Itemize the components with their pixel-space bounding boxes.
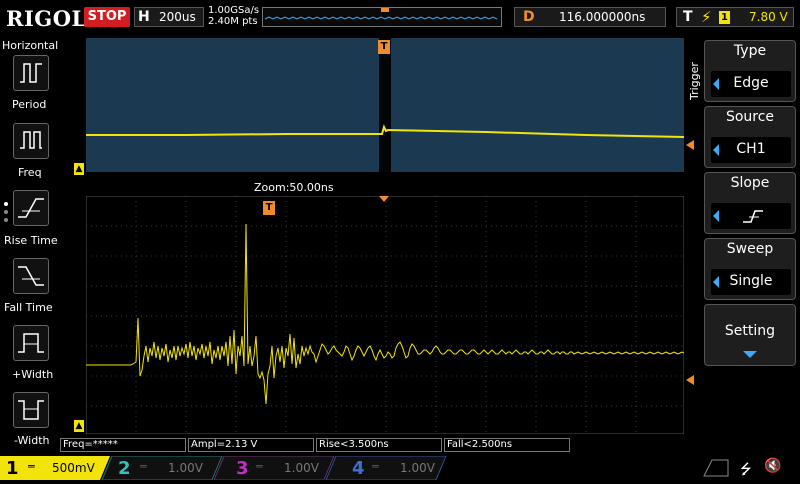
timebase-value: 200us [159, 10, 196, 24]
trigger-sweep-value: Single [729, 273, 773, 289]
ch2-coupling-icon: ═ [140, 460, 147, 473]
plus-width-button[interactable] [13, 325, 49, 361]
run-stop-status[interactable]: STOP [84, 7, 130, 27]
trigger-sweep-title: Sweep [726, 241, 774, 257]
main-timebase-window[interactable] [86, 38, 685, 172]
meas-rise[interactable]: Rise<3.500ns [316, 438, 442, 452]
trigger-status-box[interactable]: T ⚡ 1 7.80 V [676, 7, 794, 27]
trigger-sweep-value-box[interactable]: Single [711, 269, 791, 295]
trigger-level-marker-top[interactable] [686, 140, 694, 150]
menu-page-indicator [4, 202, 8, 222]
grid-border [85, 195, 685, 435]
ch1-waveform-trace [86, 223, 685, 405]
sound-mute-icon[interactable]: 🔇 [764, 458, 781, 474]
channel-status-bar: 1 ═ 500mV 2 ═ 1.00V 3 ═ 1.00V 4 ═ 1.00V … [0, 455, 800, 481]
trigger-setting-title: Setting [724, 323, 776, 339]
trigger-level-value: 7.80 V [749, 10, 788, 24]
ch4-coupling-icon: ═ [372, 460, 379, 473]
trigger-source-value: CH1 [736, 141, 766, 157]
top-status-bar: RIGOL STOP H 200us 1.00GSa/s 2.40M pts D… [0, 0, 800, 36]
zoom-scale-label: Zoom:50.00ns [254, 181, 334, 194]
left-arrow-icon [713, 210, 719, 222]
plus-width-label: +Width [12, 368, 54, 381]
ch3-scale[interactable]: 1.00V [284, 461, 319, 475]
memory-overview-bar[interactable] [262, 7, 502, 27]
waveform-grid-svg [85, 195, 685, 435]
trigger-setting-menu[interactable]: Setting [704, 304, 796, 366]
rising-slope-icon [743, 210, 763, 223]
period-icon [20, 63, 42, 83]
right-menu-title: Trigger [688, 62, 701, 100]
meas-freq[interactable]: Freq=***** [60, 438, 186, 452]
ch2-number[interactable]: 2 [118, 458, 131, 479]
trigger-level-marker[interactable] [686, 375, 694, 385]
ch2-scale[interactable]: 1.00V [168, 461, 203, 475]
chevron-down-icon [743, 351, 757, 358]
menu-tab-icon[interactable] [700, 458, 732, 478]
trigger-type-menu[interactable]: Type Edge [704, 40, 796, 102]
minus-width-icon [18, 400, 44, 420]
rising-edge-icon: ⚡ [701, 8, 712, 26]
usb-icon: ⭍ [740, 462, 752, 478]
timebase-box[interactable]: H 200us [134, 7, 204, 27]
trigger-source-menu[interactable]: Source CH1 [704, 106, 796, 168]
ch4-scale[interactable]: 1.00V [400, 461, 435, 475]
ch1-offset-marker[interactable]: ▲ [74, 420, 84, 432]
rise-time-button[interactable] [13, 190, 49, 226]
delay-box[interactable]: D 116.000000ns [514, 7, 666, 27]
ch1-number[interactable]: 1 [6, 458, 19, 479]
trigger-channel-badge: 1 [719, 11, 730, 24]
trigger-source-title: Source [725, 109, 775, 125]
timebase-letter: H [138, 9, 150, 25]
freq-button[interactable] [13, 123, 49, 159]
period-label: Period [12, 98, 47, 111]
freq-label: Freq [18, 166, 42, 179]
left-menu-title: Horizontal [2, 39, 59, 52]
meas-ampl[interactable]: Ampl=2.13 V [188, 438, 314, 452]
zoom-center-marker [379, 196, 389, 202]
fall-time-icon [18, 266, 44, 286]
trigger-type-value: Edge [733, 75, 769, 91]
sample-rate: 1.00GSa/s [208, 5, 260, 16]
trigger-letter: T [683, 9, 693, 25]
rise-time-icon [18, 198, 44, 218]
delay-value: 116.000000ns [559, 10, 646, 24]
trigger-sweep-menu[interactable]: Sweep Single [704, 238, 796, 300]
meas-fall[interactable]: Fall<2.500ns [444, 438, 570, 452]
fall-time-button[interactable] [13, 258, 49, 294]
freq-icon [20, 131, 42, 149]
ch1-coupling-icon: ═ [28, 460, 35, 473]
ch1-offset-marker-top[interactable]: ▲ [74, 163, 84, 175]
brand-logo: RIGOL [6, 6, 87, 31]
minus-width-button[interactable] [13, 392, 49, 428]
trigger-slope-title: Slope [730, 175, 770, 191]
period-button[interactable] [13, 55, 49, 91]
trigger-slope-value-box[interactable] [711, 203, 791, 229]
memory-depth: 2.40M pts [208, 16, 258, 27]
ch1-scale[interactable]: 500mV [52, 461, 95, 475]
main-waveform-svg [86, 38, 685, 172]
memory-overview-wave [264, 8, 498, 20]
delay-letter: D [523, 9, 535, 25]
grid-lines [86, 196, 684, 434]
trigger-type-title: Type [733, 43, 767, 59]
zoom-region-highlight [379, 38, 391, 172]
trigger-source-value-box[interactable]: CH1 [711, 137, 791, 163]
waveform-grid[interactable] [85, 195, 685, 435]
ch3-number[interactable]: 3 [236, 458, 249, 479]
memory-trigger-marker [381, 8, 389, 12]
minus-width-label: -Width [14, 434, 50, 447]
top-trigger-position-marker[interactable]: T [378, 40, 390, 54]
trigger-slope-menu[interactable]: Slope [704, 172, 796, 234]
rise-time-label: Rise Time [4, 234, 58, 247]
fall-time-label: Fall Time [4, 301, 53, 314]
trigger-type-value-box[interactable]: Edge [711, 71, 791, 97]
ch3-coupling-icon: ═ [256, 460, 263, 473]
zoom-trigger-position-marker[interactable]: T [263, 201, 275, 215]
ch4-number[interactable]: 4 [352, 458, 365, 479]
plus-width-icon [18, 333, 44, 353]
